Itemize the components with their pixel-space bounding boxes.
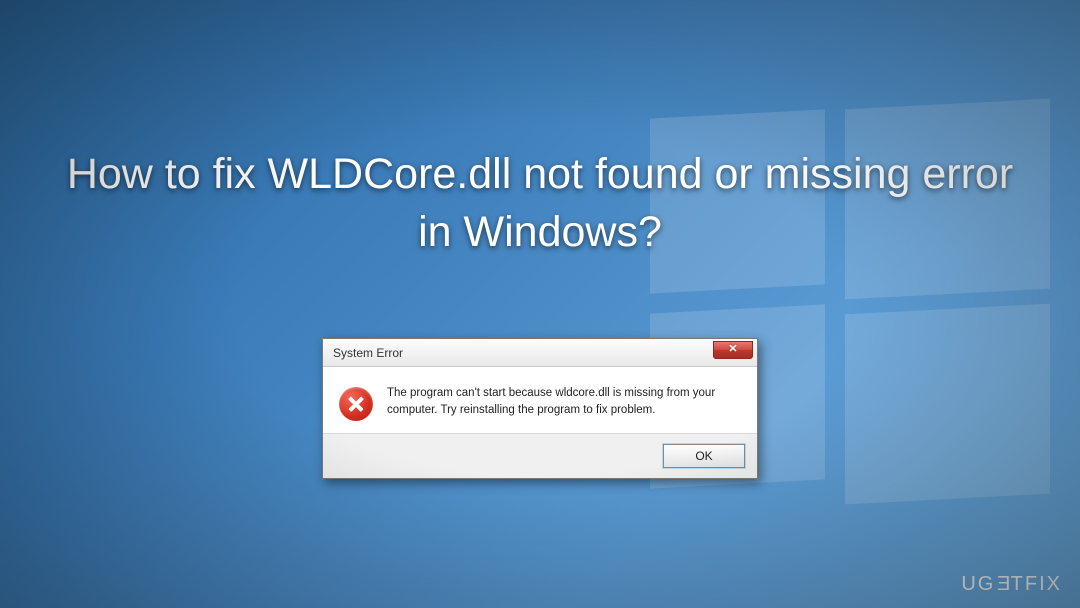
error-icon [339, 387, 373, 421]
dialog-footer: OK [323, 433, 757, 478]
dialog-message: The program can't start because wldcore.… [387, 385, 741, 421]
close-button[interactable]: ✕ [713, 341, 753, 359]
dialog-titlebar: System Error ✕ [323, 339, 757, 367]
close-icon: ✕ [728, 343, 737, 355]
system-error-dialog: System Error ✕ The program can't start b… [322, 338, 758, 479]
dialog-title: System Error [333, 346, 403, 360]
article-headline: How to fix WLDCore.dll not found or miss… [0, 145, 1080, 261]
dialog-body: The program can't start because wldcore.… [323, 367, 757, 433]
watermark: UGETFIX [961, 573, 1062, 596]
ok-button[interactable]: OK [663, 444, 745, 468]
